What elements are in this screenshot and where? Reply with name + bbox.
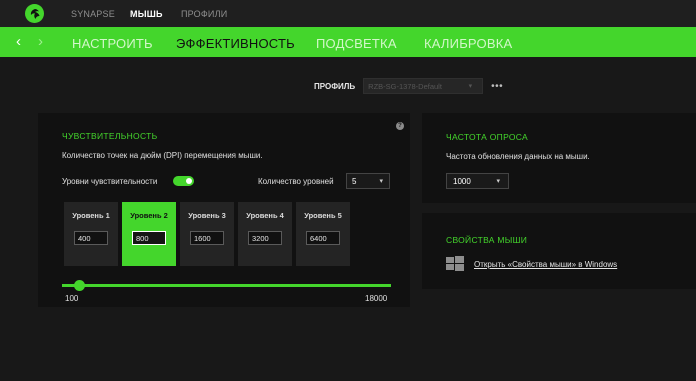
question-icon[interactable]: ? — [396, 122, 404, 130]
level-label: Уровень 2 — [130, 211, 168, 220]
stages-toggle[interactable] — [173, 176, 194, 186]
slider-min-label: 100 — [65, 294, 79, 303]
profile-dropdown[interactable]: RZB-SG-1378-Default ▾ — [363, 78, 484, 94]
dpi-level-1[interactable]: Уровень 1 400 — [64, 202, 118, 266]
polling-rate-dropdown[interactable]: 1000 ▾ — [446, 173, 509, 189]
slider-max-label: 18000 — [365, 294, 388, 303]
chevron-down-icon: ▾ — [496, 178, 500, 185]
sensitivity-description: Количество точек на дюйм (DPI) перемещен… — [62, 151, 263, 160]
more-options-button[interactable]: ••• — [491, 81, 503, 92]
mouse-properties-panel — [422, 213, 696, 289]
tab-customize[interactable]: НАСТРОИТЬ — [72, 36, 153, 51]
open-mouse-properties-link[interactable]: Открыть «Свойства мыши» в Windows — [474, 260, 617, 269]
dpi-input[interactable]: 6400 — [306, 231, 340, 245]
dpi-input[interactable]: 400 — [74, 231, 108, 245]
stage-count-value: 5 — [352, 177, 357, 186]
mouse-properties-title: СВОЙСТВА МЫШИ — [446, 235, 528, 245]
level-label: Уровень 5 — [304, 211, 342, 220]
toggle-knob — [186, 178, 192, 184]
razer-logo-icon[interactable] — [25, 4, 44, 23]
windows-icon — [446, 256, 464, 272]
chevron-down-icon: ▾ — [379, 178, 383, 185]
dpi-level-3[interactable]: Уровень 3 1600 — [180, 202, 234, 266]
dpi-level-5[interactable]: Уровень 5 6400 — [296, 202, 350, 266]
profile-value: RZB-SG-1378-Default — [368, 82, 442, 91]
tab-mouse[interactable]: МЫШЬ — [130, 9, 163, 19]
chevron-right-icon[interactable]: › — [38, 33, 43, 50]
level-label: Уровень 3 — [188, 211, 226, 220]
chevron-down-icon: ▾ — [468, 83, 473, 90]
top-bar: SYNAPSE МЫШЬ ПРОФИЛИ — [0, 0, 696, 27]
stages-label: Уровни чувствительности — [62, 177, 158, 186]
dpi-level-4[interactable]: Уровень 4 3200 — [238, 202, 292, 266]
tab-profiles[interactable]: ПРОФИЛИ — [181, 9, 227, 19]
sub-navigation: ‹ › НАСТРОИТЬ ЭФФЕКТИВНОСТЬ ПОДСВЕТКА КА… — [0, 27, 696, 57]
tab-calibration[interactable]: КАЛИБРОВКА — [424, 36, 512, 51]
sensitivity-title: ЧУВСТВИТЕЛЬНОСТЬ — [62, 131, 158, 141]
tab-lighting[interactable]: ПОДСВЕТКА — [316, 36, 397, 51]
dpi-level-2[interactable]: Уровень 2 800 — [122, 202, 176, 266]
tab-performance[interactable]: ЭФФЕКТИВНОСТЬ — [176, 36, 295, 51]
polling-rate-value: 1000 — [453, 177, 471, 186]
stage-count-label: Количество уровней — [258, 177, 334, 186]
dpi-input[interactable]: 800 — [132, 231, 166, 245]
chevron-left-icon[interactable]: ‹ — [16, 33, 21, 50]
dpi-slider-track[interactable] — [62, 284, 391, 287]
level-label: Уровень 1 — [72, 211, 110, 220]
tab-synapse[interactable]: SYNAPSE — [71, 9, 115, 19]
polling-rate-description: Частота обновления данных на мыши. — [446, 152, 590, 161]
polling-rate-title: ЧАСТОТА ОПРОСА — [446, 132, 529, 142]
level-label: Уровень 4 — [246, 211, 284, 220]
dpi-slider-handle[interactable] — [74, 280, 85, 291]
dpi-input[interactable]: 3200 — [248, 231, 282, 245]
stage-count-dropdown[interactable]: 5 ▾ — [346, 173, 390, 189]
profile-row: ПРОФИЛЬ RZB-SG-1378-Default ▾ ••• — [314, 78, 503, 94]
dpi-input[interactable]: 1600 — [190, 231, 224, 245]
profile-label: ПРОФИЛЬ — [314, 81, 356, 91]
